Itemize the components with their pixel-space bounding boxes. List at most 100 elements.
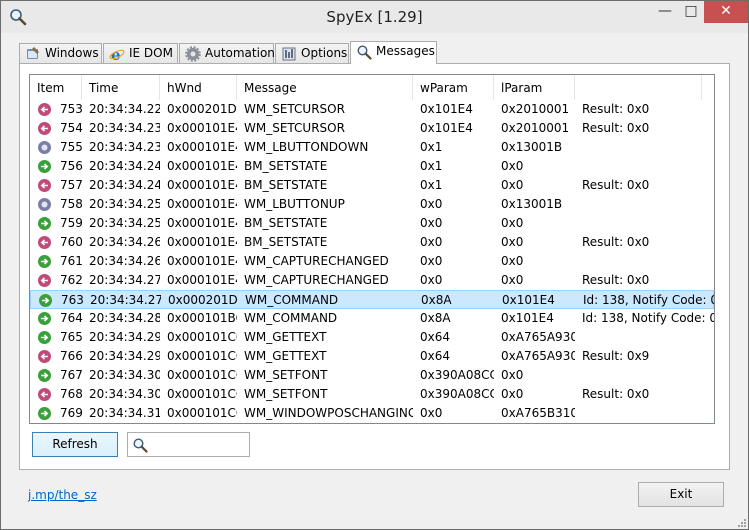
cell-lparam: 0x0	[501, 235, 524, 249]
table-row[interactable]: 768 20:34:34.308 0x000101CC WM_SETFONT 0x390…	[30, 385, 714, 404]
column-header-result[interactable]	[575, 75, 702, 100]
table-row[interactable]: 763 20:34:34.279 0x000201D8 WM_COMMAND 0x8A 0…	[30, 290, 714, 309]
cell-time: 20:34:34.269	[89, 254, 160, 268]
cell-wparam: 0x1	[420, 140, 443, 154]
cell-wparam: 0x0	[420, 254, 443, 268]
close-button[interactable]: ✕	[704, 1, 748, 23]
table-row[interactable]: 762 20:34:34.275 0x000101E4 WM_CAPTURECHANG…	[30, 271, 714, 290]
cell-wparam: 0x64	[420, 349, 451, 363]
table-row[interactable]: 756 20:34:34.241 0x000101E4 BM_SETSTATE 0x1 0…	[30, 157, 714, 176]
table-row[interactable]: 764 20:34:34.285 0x000101BC WM_COMMAND 0x8A 0…	[30, 309, 714, 328]
cell-wparam: 0x1	[420, 178, 443, 192]
tab-windows[interactable]: Windows	[19, 43, 102, 63]
cell-item: 757	[60, 178, 83, 192]
arrow-right-icon	[38, 160, 51, 173]
table-row[interactable]: 753 20:34:34.224 0x000201D8 WM_SETCURSOR 0x1…	[30, 100, 714, 119]
cell-time: 20:34:34.258	[89, 216, 160, 230]
refresh-button[interactable]: Refresh	[32, 432, 118, 457]
cell-item: 761	[60, 254, 83, 268]
cell-wparam: 0x0	[420, 235, 443, 249]
table-row[interactable]: 758 20:34:34.252 0x000101E4 WM_LBUTTONUP 0x0…	[30, 195, 714, 214]
column-header-item[interactable]: Item	[30, 75, 82, 100]
table-row[interactable]: 757 20:34:34.246 0x000101E4 BM_SETSTATE 0x1 0…	[30, 176, 714, 195]
tab-automation[interactable]: Automation	[179, 43, 275, 63]
cell-lparam: 0x0	[501, 387, 524, 401]
table-row[interactable]: 760 20:34:34.263 0x000101E4 BM_SETSTATE 0x0 0…	[30, 233, 714, 252]
minimize-button[interactable]: —	[652, 1, 678, 23]
exit-button[interactable]: Exit	[638, 482, 724, 507]
maximize-button[interactable]: □	[678, 1, 704, 23]
arrow-right-icon	[38, 331, 51, 344]
cell-lparam: 0x0	[501, 368, 524, 382]
tab-ie-dom[interactable]: e IE DOM	[103, 43, 178, 63]
cell-item: 755	[60, 140, 83, 154]
cell-time: 20:34:34.296	[89, 349, 160, 363]
cell-time: 20:34:34.275	[89, 273, 160, 287]
cell-hwnd: 0x000101CC	[167, 387, 237, 401]
column-header-wparam[interactable]: wParam	[413, 75, 494, 100]
website-link[interactable]: j.mp/the_sz	[28, 488, 97, 502]
cell-lparam: 0xA765A930	[501, 349, 575, 363]
arrow-right-icon	[38, 407, 51, 420]
cell-hwnd: 0x000101E4	[167, 140, 237, 154]
messages-list[interactable]: Item Time hWnd Message wParam lParam 753…	[29, 74, 715, 424]
cell-result	[582, 328, 714, 347]
arrow-left-icon	[38, 388, 51, 401]
cell-message: WM_LBUTTONUP	[244, 197, 345, 211]
table-row[interactable]: 769 20:34:34.314 0x000101CC WM_WINDOWPOSCHA…	[30, 404, 714, 423]
cell-result	[582, 366, 714, 385]
cell-wparam: 0x390A08CC	[420, 387, 494, 401]
cell-result: Result: 0x0	[582, 102, 650, 116]
cell-hwnd: 0x000101E4	[167, 273, 237, 287]
cell-result: Result: 0x0	[582, 121, 650, 135]
cell-item: 766	[60, 349, 83, 363]
table-row[interactable]: 754 20:34:34.230 0x000101E4 WM_SETCURSOR 0x1…	[30, 119, 714, 138]
cell-wparam: 0x8A	[421, 293, 452, 307]
table-row[interactable]: 759 20:34:34.258 0x000101E4 BM_SETSTATE 0x0 0…	[30, 214, 714, 233]
cell-item: 760	[60, 235, 83, 249]
cell-time: 20:34:34.230	[89, 121, 160, 135]
cell-lparam: 0x13001B	[501, 197, 563, 211]
table-row[interactable]: 755 20:34:34.235 0x000101E4 WM_LBUTTONDOWN 0…	[30, 138, 714, 157]
tab-options[interactable]: Options	[275, 43, 349, 63]
arrow-right-icon	[39, 294, 52, 307]
title-bar[interactable]: SpyEx [1.29] — □ ✕	[1, 1, 748, 33]
cell-time: 20:34:34.314	[89, 406, 160, 420]
cell-message: BM_SETSTATE	[244, 159, 328, 173]
cell-result: Result: 0x9	[582, 349, 650, 363]
tab-messages[interactable]: Messages	[350, 41, 437, 64]
cell-message: BM_SETSTATE	[244, 235, 328, 249]
dot-icon	[38, 141, 51, 154]
table-row[interactable]: 761 20:34:34.269 0x000101E4 WM_CAPTURECHANG…	[30, 252, 714, 271]
search-box[interactable]	[127, 432, 250, 457]
cell-time: 20:34:34.224	[89, 102, 160, 116]
cell-message: WM_WINDOWPOSCHANGING	[244, 406, 413, 420]
arrow-left-icon	[38, 236, 51, 249]
ie-icon: e	[109, 46, 125, 62]
table-row[interactable]: 765 20:34:34.291 0x000101CC WM_GETTEXT 0x64 0…	[30, 328, 714, 347]
cell-lparam: 0x101E4	[501, 311, 554, 325]
column-header-hwnd[interactable]: hWnd	[160, 75, 237, 100]
window-title: SpyEx [1.29]	[326, 8, 423, 26]
cell-result: Result: 0x0	[582, 178, 650, 192]
table-row[interactable]: 767 20:34:34.303 0x000101CC WM_SETFONT 0x390…	[30, 366, 714, 385]
column-header-message[interactable]: Message	[237, 75, 413, 100]
cell-time: 20:34:34.241	[89, 159, 160, 173]
cell-message: WM_CAPTURECHANGED	[244, 273, 389, 287]
cell-message: BM_SETSTATE	[244, 216, 328, 230]
column-header-time[interactable]: Time	[82, 75, 160, 100]
cell-result: Result: 0x0	[582, 235, 650, 249]
cell-item: 768	[60, 387, 83, 401]
search-icon	[357, 45, 372, 60]
resize-grip-icon[interactable]	[737, 518, 747, 528]
cell-hwnd: 0x000101BC	[167, 311, 237, 325]
cell-item: 753	[60, 102, 83, 116]
cell-hwnd: 0x000101E4	[167, 197, 237, 211]
cell-lparam: 0x0	[501, 254, 524, 268]
cell-hwnd: 0x000101CC	[167, 330, 237, 344]
column-header-lparam[interactable]: lParam	[494, 75, 575, 100]
cell-time: 20:34:34.291	[89, 330, 160, 344]
search-input[interactable]	[152, 435, 246, 453]
table-row[interactable]: 766 20:34:34.296 0x000101CC WM_GETTEXT 0x64 0…	[30, 347, 714, 366]
cell-message: WM_GETTEXT	[244, 349, 327, 363]
